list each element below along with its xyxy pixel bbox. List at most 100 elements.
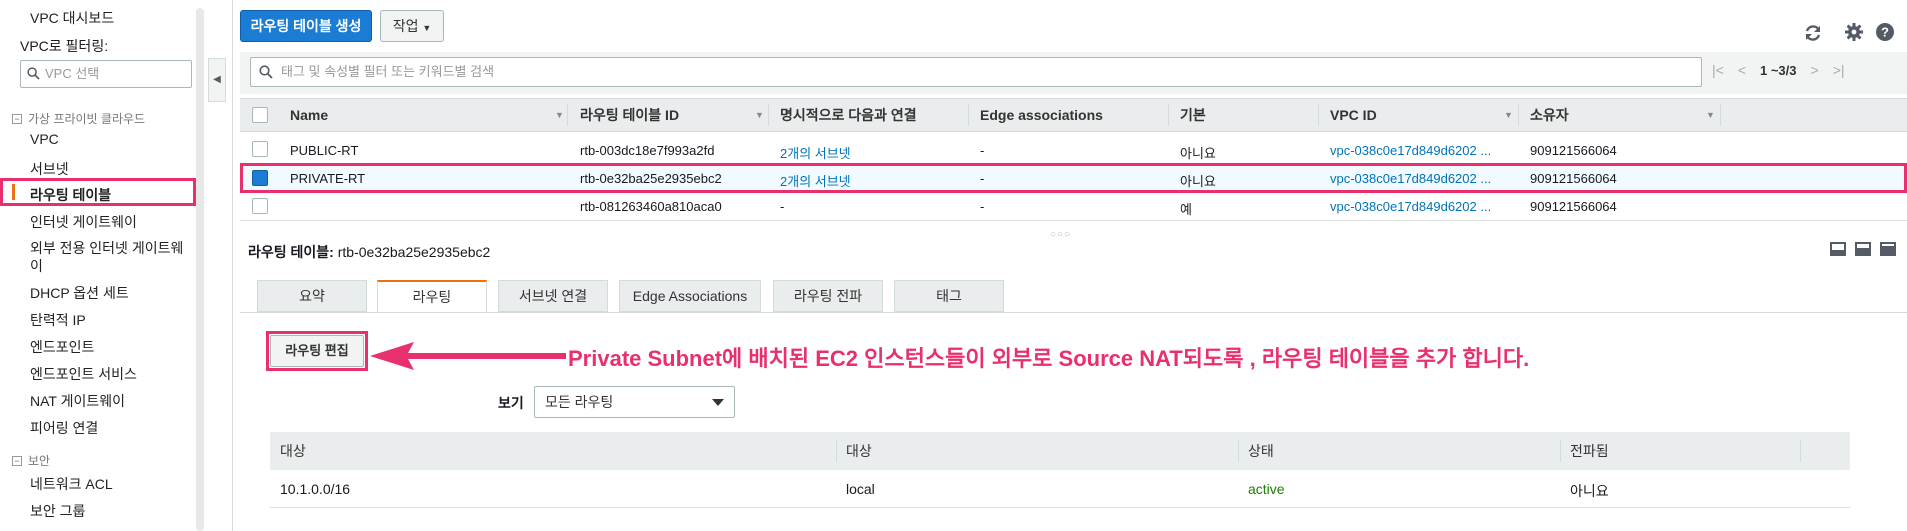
cell-vpc-link[interactable]: vpc-038c0e17d849d6202 ... bbox=[1330, 199, 1510, 214]
cell-edge: - bbox=[980, 199, 985, 214]
sidebar-section-vpc[interactable]: − 가상 프라이빗 클라우드 bbox=[12, 110, 145, 127]
tab-route-propagation[interactable]: 라우팅 전파 bbox=[773, 280, 883, 312]
actions-label: 작업 bbox=[392, 18, 419, 34]
cell-owner: 909121566064 bbox=[1530, 171, 1617, 186]
route-destination: 10.1.0.0/16 bbox=[280, 481, 351, 497]
tab-subnet-associations[interactable]: 서브넷 연결 bbox=[498, 280, 608, 312]
search-input[interactable]: 태그 및 속성별 필터 또는 키워드별 검색 bbox=[250, 57, 1702, 87]
cell-name: PUBLIC-RT bbox=[290, 143, 359, 158]
column-header-main[interactable]: 기본 bbox=[1180, 98, 1206, 132]
resize-handle[interactable]: ○○○ bbox=[1050, 229, 1071, 240]
sidebar-item-peering[interactable]: 피어링 연결 bbox=[30, 418, 98, 438]
routes-column-destination: 대상 bbox=[280, 443, 306, 459]
sort-icon[interactable]: ▼ bbox=[555, 110, 564, 120]
actions-dropdown-button[interactable]: 작업 ▼ bbox=[380, 10, 444, 42]
cell-explicit-link[interactable]: 2개의 서브넷 bbox=[780, 171, 851, 190]
tab-routes[interactable]: 라우팅 bbox=[377, 280, 487, 313]
view-select[interactable]: 모든 라우팅 bbox=[534, 386, 735, 418]
cell-id: rtb-0e32ba25e2935ebc2 bbox=[580, 171, 722, 186]
create-route-table-button[interactable]: 라우팅 테이블 생성 bbox=[240, 10, 372, 42]
chevron-down-icon: ▼ bbox=[422, 23, 432, 33]
cell-edge: - bbox=[980, 171, 985, 186]
caret-down-icon bbox=[712, 399, 724, 406]
column-header-id[interactable]: 라우팅 테이블 ID bbox=[580, 98, 679, 132]
table-row[interactable] bbox=[240, 136, 1907, 164]
collapse-icon: − bbox=[12, 113, 22, 124]
sidebar-scrollbar[interactable] bbox=[196, 8, 204, 531]
column-separator bbox=[768, 104, 769, 126]
column-header-vpc[interactable]: VPC ID bbox=[1330, 98, 1377, 132]
page-range: 1 ~3/3 bbox=[1760, 62, 1797, 78]
first-page-icon[interactable]: |< bbox=[1712, 62, 1724, 78]
panel-half-icon[interactable] bbox=[1855, 242, 1871, 256]
sidebar-item-endpoint-services[interactable]: 엔드포인트 서비스 bbox=[30, 364, 137, 384]
svg-text:?: ? bbox=[1881, 25, 1889, 40]
vpc-filter-input[interactable]: VPC 선택 bbox=[20, 60, 192, 88]
tab-divider bbox=[240, 312, 1907, 313]
sidebar-item-endpoints[interactable]: 엔드포인트 bbox=[30, 337, 94, 357]
cell-explicit-link[interactable]: 2개의 서브넷 bbox=[780, 143, 851, 162]
route-target: local bbox=[846, 481, 875, 497]
sort-icon[interactable]: ▼ bbox=[1504, 110, 1513, 120]
active-indicator bbox=[12, 184, 15, 200]
cell-vpc-link[interactable]: vpc-038c0e17d849d6202 ... bbox=[1330, 143, 1510, 158]
panel-bottom-icon[interactable] bbox=[1830, 242, 1846, 256]
help-icon[interactable]: ? bbox=[1874, 22, 1896, 44]
tab-tags[interactable]: 태그 bbox=[894, 280, 1004, 312]
pagination: |< < 1 ~3/3 > >| bbox=[1712, 62, 1845, 78]
sort-icon[interactable]: ▼ bbox=[755, 110, 764, 120]
cell-main: 아니요 bbox=[1180, 146, 1216, 161]
row-highlight-box bbox=[240, 163, 1907, 193]
view-label: 보기 bbox=[498, 395, 524, 411]
sidebar-item-egress-only-gateways[interactable]: 외부 전용 인터넷 게이트웨이 bbox=[30, 239, 190, 275]
column-header-owner[interactable]: 소유자 bbox=[1530, 98, 1569, 132]
refresh-icon[interactable] bbox=[1802, 22, 1824, 44]
table-row[interactable] bbox=[240, 193, 1907, 221]
search-icon bbox=[27, 67, 40, 80]
column-header-explicit[interactable]: 명시적으로 다음과 연결 bbox=[780, 98, 917, 132]
sidebar-section-label: 가상 프라이빗 클라우드 bbox=[28, 112, 146, 126]
tab-summary[interactable]: 요약 bbox=[257, 280, 367, 312]
cell-id: rtb-081263460a810aca0 bbox=[580, 199, 722, 214]
prev-page-icon[interactable]: < bbox=[1738, 62, 1746, 78]
gear-icon[interactable] bbox=[1843, 22, 1865, 44]
route-propagated: 아니요 bbox=[1570, 483, 1609, 499]
sidebar-item-dhcp-options[interactable]: DHCP 옵션 세트 bbox=[30, 283, 129, 303]
tab-edge-associations[interactable]: Edge Associations bbox=[619, 280, 761, 312]
chevron-left-icon: ◀ bbox=[213, 74, 221, 85]
sort-icon[interactable]: ▼ bbox=[1706, 110, 1715, 120]
column-header-name[interactable]: Name bbox=[290, 98, 328, 132]
select-all-checkbox[interactable] bbox=[252, 107, 268, 123]
column-separator bbox=[567, 104, 568, 126]
panel-full-icon[interactable] bbox=[1880, 242, 1896, 256]
sidebar: VPC 대시보드 VPC로 필터링: VPC 선택 − 가상 프라이빗 클라우드… bbox=[0, 0, 196, 531]
routes-column-propagated: 전파됨 bbox=[1570, 443, 1609, 459]
sidebar-item-elastic-ips[interactable]: 탄력적 IP bbox=[30, 310, 86, 330]
routes-column-status: 상태 bbox=[1248, 443, 1274, 459]
divider bbox=[232, 0, 233, 531]
route-status: active bbox=[1248, 481, 1285, 497]
cell-vpc-link[interactable]: vpc-038c0e17d849d6202 ... bbox=[1330, 171, 1510, 186]
row-checkbox[interactable] bbox=[252, 141, 268, 157]
sidebar-item-internet-gateways[interactable]: 인터넷 게이트웨이 bbox=[30, 212, 137, 232]
next-page-icon[interactable]: > bbox=[1811, 62, 1819, 78]
routes-column-target: 대상 bbox=[846, 443, 872, 459]
sidebar-item-vpc-dashboard[interactable]: VPC 대시보드 bbox=[30, 8, 114, 28]
sidebar-section-security[interactable]: − 보안 bbox=[12, 452, 50, 469]
sidebar-section-label: 보안 bbox=[28, 454, 51, 468]
sidebar-item-subnets[interactable]: 서브넷 bbox=[30, 159, 69, 179]
row-checkbox-checked[interactable] bbox=[252, 170, 268, 186]
sidebar-item-route-tables[interactable]: 라우팅 테이블 bbox=[30, 185, 111, 205]
sidebar-item-security-groups[interactable]: 보안 그룹 bbox=[30, 501, 85, 521]
column-header-edge[interactable]: Edge associations bbox=[980, 98, 1103, 132]
sidebar-item-network-acl[interactable]: 네트워크 ACL bbox=[30, 474, 113, 494]
collapse-sidebar-button[interactable]: ◀ bbox=[208, 58, 226, 102]
cell-owner: 909121566064 bbox=[1530, 143, 1617, 158]
cell-main: 예 bbox=[1180, 202, 1192, 217]
sidebar-item-vpc[interactable]: VPC bbox=[30, 131, 59, 147]
column-separator bbox=[1518, 104, 1519, 126]
last-page-icon[interactable]: >| bbox=[1833, 62, 1845, 78]
sidebar-item-nat-gateways[interactable]: NAT 게이트웨이 bbox=[30, 391, 125, 411]
row-checkbox[interactable] bbox=[252, 198, 268, 214]
column-separator bbox=[1318, 104, 1319, 126]
